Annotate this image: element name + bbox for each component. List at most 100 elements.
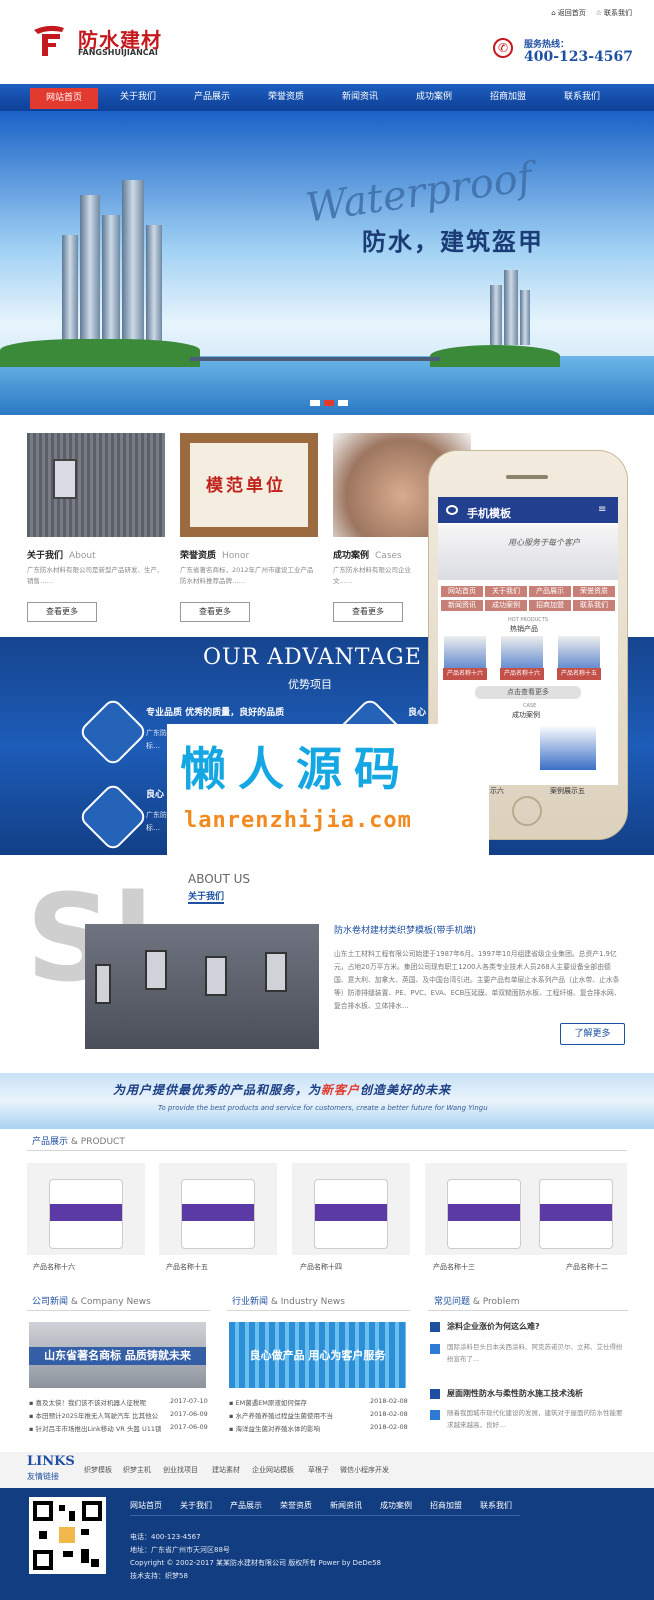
friend-link[interactable]: 创业找项目	[163, 1465, 198, 1475]
company-news-image[interactable]: 山东省著名商标 品质铸就未来	[29, 1322, 206, 1388]
footer-nav-item[interactable]: 产品展示	[230, 1500, 262, 1511]
logo-subtitle: FANGSHUIJIANCAI	[78, 48, 158, 57]
nav-item-contact[interactable]: 联系我们	[548, 84, 616, 111]
links-title-en: LINKS	[27, 1454, 75, 1469]
honor-card-image[interactable]: 模范单位	[180, 433, 318, 537]
phone-nav-item[interactable]: 招商加盟	[528, 599, 572, 612]
phone-product-label: 产品名称十六	[443, 668, 487, 680]
top-link-home[interactable]: ⌂ 返回首页	[551, 8, 585, 18]
friend-link[interactable]: 微信小程序开发	[340, 1465, 389, 1475]
phone-home-button	[512, 796, 542, 826]
nav-item-news[interactable]: 新闻资讯	[326, 84, 394, 111]
footer-nav-item[interactable]: 招商加盟	[430, 1500, 462, 1511]
top-link-contact[interactable]: ☆ 联系我们	[596, 8, 632, 18]
banner-dot-active[interactable]	[324, 400, 334, 406]
about-more-button[interactable]: 了解更多	[560, 1023, 625, 1045]
nav-item-home[interactable]: 网站首页	[30, 88, 98, 109]
phone-nav-item[interactable]: 荣誉资质	[572, 585, 616, 598]
nav-item-products[interactable]: 产品展示	[178, 84, 246, 111]
nav-item-about[interactable]: 关于我们	[104, 84, 172, 111]
honor-more-button[interactable]: 查看更多	[180, 602, 250, 622]
footer-nav-item[interactable]: 荣誉资质	[280, 1500, 312, 1511]
products-section-title: 产品展示 & PRODUCT	[32, 1134, 125, 1147]
phone-case-image[interactable]	[540, 725, 596, 770]
phone-banner[interactable]: 用心服务于每个客户	[438, 525, 618, 580]
menu-icon[interactable]: ≡	[598, 504, 606, 515]
footer-nav-item[interactable]: 联系我们	[480, 1500, 512, 1511]
banner-dot[interactable]	[338, 400, 348, 406]
company-news-row[interactable]: ▪ 喜及太侠！我们该不该对机器人征税呢	[29, 1397, 146, 1407]
phone-more-button[interactable]: 点击查看更多	[475, 686, 581, 699]
cases-more-button[interactable]: 查看更多	[333, 602, 403, 622]
nav-item-join[interactable]: 招商加盟	[474, 84, 542, 111]
phone-nav-item[interactable]: 新闻资讯	[440, 599, 484, 612]
product-label[interactable]: 产品名称十六	[33, 1262, 75, 1272]
phone-nav-item[interactable]: 产品展示	[528, 585, 572, 598]
industry-news-image-text: 良心做产品 用心为客户服务	[249, 1349, 386, 1362]
banner-dot[interactable]	[310, 400, 320, 406]
product-label[interactable]: 产品名称十四	[300, 1262, 342, 1272]
company-news-row[interactable]: ▪ 本田预计2025年推无人驾驶汽车 比其他公	[29, 1410, 158, 1420]
product-image[interactable]	[159, 1163, 277, 1255]
friend-link[interactable]: 建站素材	[212, 1465, 240, 1475]
honor-plaque-text: 模范单位	[206, 476, 286, 496]
slogan-cn-after: 创造美好的未来	[360, 1083, 452, 1097]
product-label[interactable]: 产品名称十二	[566, 1262, 608, 1272]
phone-nav-item[interactable]: 网站首页	[440, 585, 484, 598]
news-item-date: 2018-02-08	[370, 1423, 408, 1431]
footer-divider	[130, 1515, 520, 1516]
industry-news-image[interactable]: 良心做产品 用心为客户服务	[229, 1322, 406, 1388]
friend-link[interactable]: 织梦模板	[84, 1465, 112, 1475]
products-title-cn: 产品展示	[32, 1137, 69, 1147]
friend-link[interactable]: 草根子	[308, 1465, 329, 1475]
about-image[interactable]	[85, 924, 319, 1049]
about-card-image[interactable]	[27, 433, 165, 537]
card-title-honor[interactable]: 荣誉资质 Honor	[180, 548, 249, 561]
footer-phone: 电话：400-123-4567	[130, 1533, 201, 1541]
product-label[interactable]: 产品名称十三	[433, 1262, 475, 1272]
card-title-cases[interactable]: 成功案例 Cases	[333, 548, 402, 561]
banner-pagination	[310, 400, 348, 406]
product-label[interactable]: 产品名称十五	[166, 1262, 208, 1272]
news-item-title: 海洋益生菌对养殖水体的影响	[235, 1425, 320, 1433]
product-image[interactable]	[292, 1163, 410, 1255]
faq-question[interactable]: 涂料企业涨价为何这么难?	[447, 1321, 540, 1332]
hero-banner[interactable]	[0, 111, 654, 415]
friend-link[interactable]: 企业网站模板	[252, 1465, 294, 1475]
nav-item-cases[interactable]: 成功案例	[400, 84, 468, 111]
footer-nav-item[interactable]: 新闻资讯	[330, 1500, 362, 1511]
hotline-number: 400-123-4567	[524, 49, 634, 65]
search-icon[interactable]	[446, 505, 458, 515]
industry-news-row[interactable]: ▪ 海洋益生菌对养殖水体的影响	[229, 1423, 320, 1433]
industry-news-row[interactable]: ▪ EM菌遇EM原液如何保存	[229, 1397, 307, 1407]
card-title-about[interactable]: 关于我们 About	[27, 548, 96, 561]
product-image[interactable]	[527, 1163, 627, 1255]
about-more-button[interactable]: 查看更多	[27, 602, 97, 622]
question-icon	[430, 1322, 440, 1332]
phone-nav-item[interactable]: 关于我们	[484, 585, 528, 598]
faq-title-en: & Problem	[472, 1297, 520, 1307]
top-link-contact-label: 联系我们	[604, 9, 632, 17]
footer-nav-item[interactable]: 关于我们	[180, 1500, 212, 1511]
faq-question[interactable]: 屋面刚性防水与柔性防水施工技术浅析	[447, 1388, 583, 1399]
logo-icon[interactable]	[32, 22, 66, 58]
advantage-title: OUR ADVANTAGE	[203, 645, 422, 670]
company-news-row[interactable]: ▪ 针对吕丰市场推出Link移动 VR 头盔 U11锁	[29, 1423, 162, 1433]
nav-item-honor[interactable]: 荣誉资质	[252, 84, 320, 111]
bucket-image	[181, 1179, 255, 1249]
company-news-title: 公司新闻 & Company News	[32, 1294, 151, 1307]
about-heading[interactable]: 防水卷材建材类织梦模板(带手机端)	[334, 923, 476, 936]
product-image[interactable]	[27, 1163, 145, 1255]
slogan-cn-highlight: 新客户	[321, 1083, 361, 1097]
banner-island	[0, 339, 200, 367]
phone-nav-item[interactable]: 联系我们	[572, 599, 616, 612]
footer-nav-item[interactable]: 成功案例	[380, 1500, 412, 1511]
industry-news-title-en: & Industry News	[270, 1297, 345, 1307]
friend-link[interactable]: 织梦主机	[123, 1465, 151, 1475]
news-item-date: 2018-02-08	[370, 1397, 408, 1405]
footer-nav-item[interactable]: 网站首页	[130, 1500, 162, 1511]
industry-news-row[interactable]: ▪ 水产养殖养殖过程益生菌使用不当	[229, 1410, 333, 1420]
news-item-date: 2017-06-09	[170, 1423, 208, 1431]
phone-nav-item[interactable]: 成功案例	[484, 599, 528, 612]
product-image[interactable]	[425, 1163, 543, 1255]
